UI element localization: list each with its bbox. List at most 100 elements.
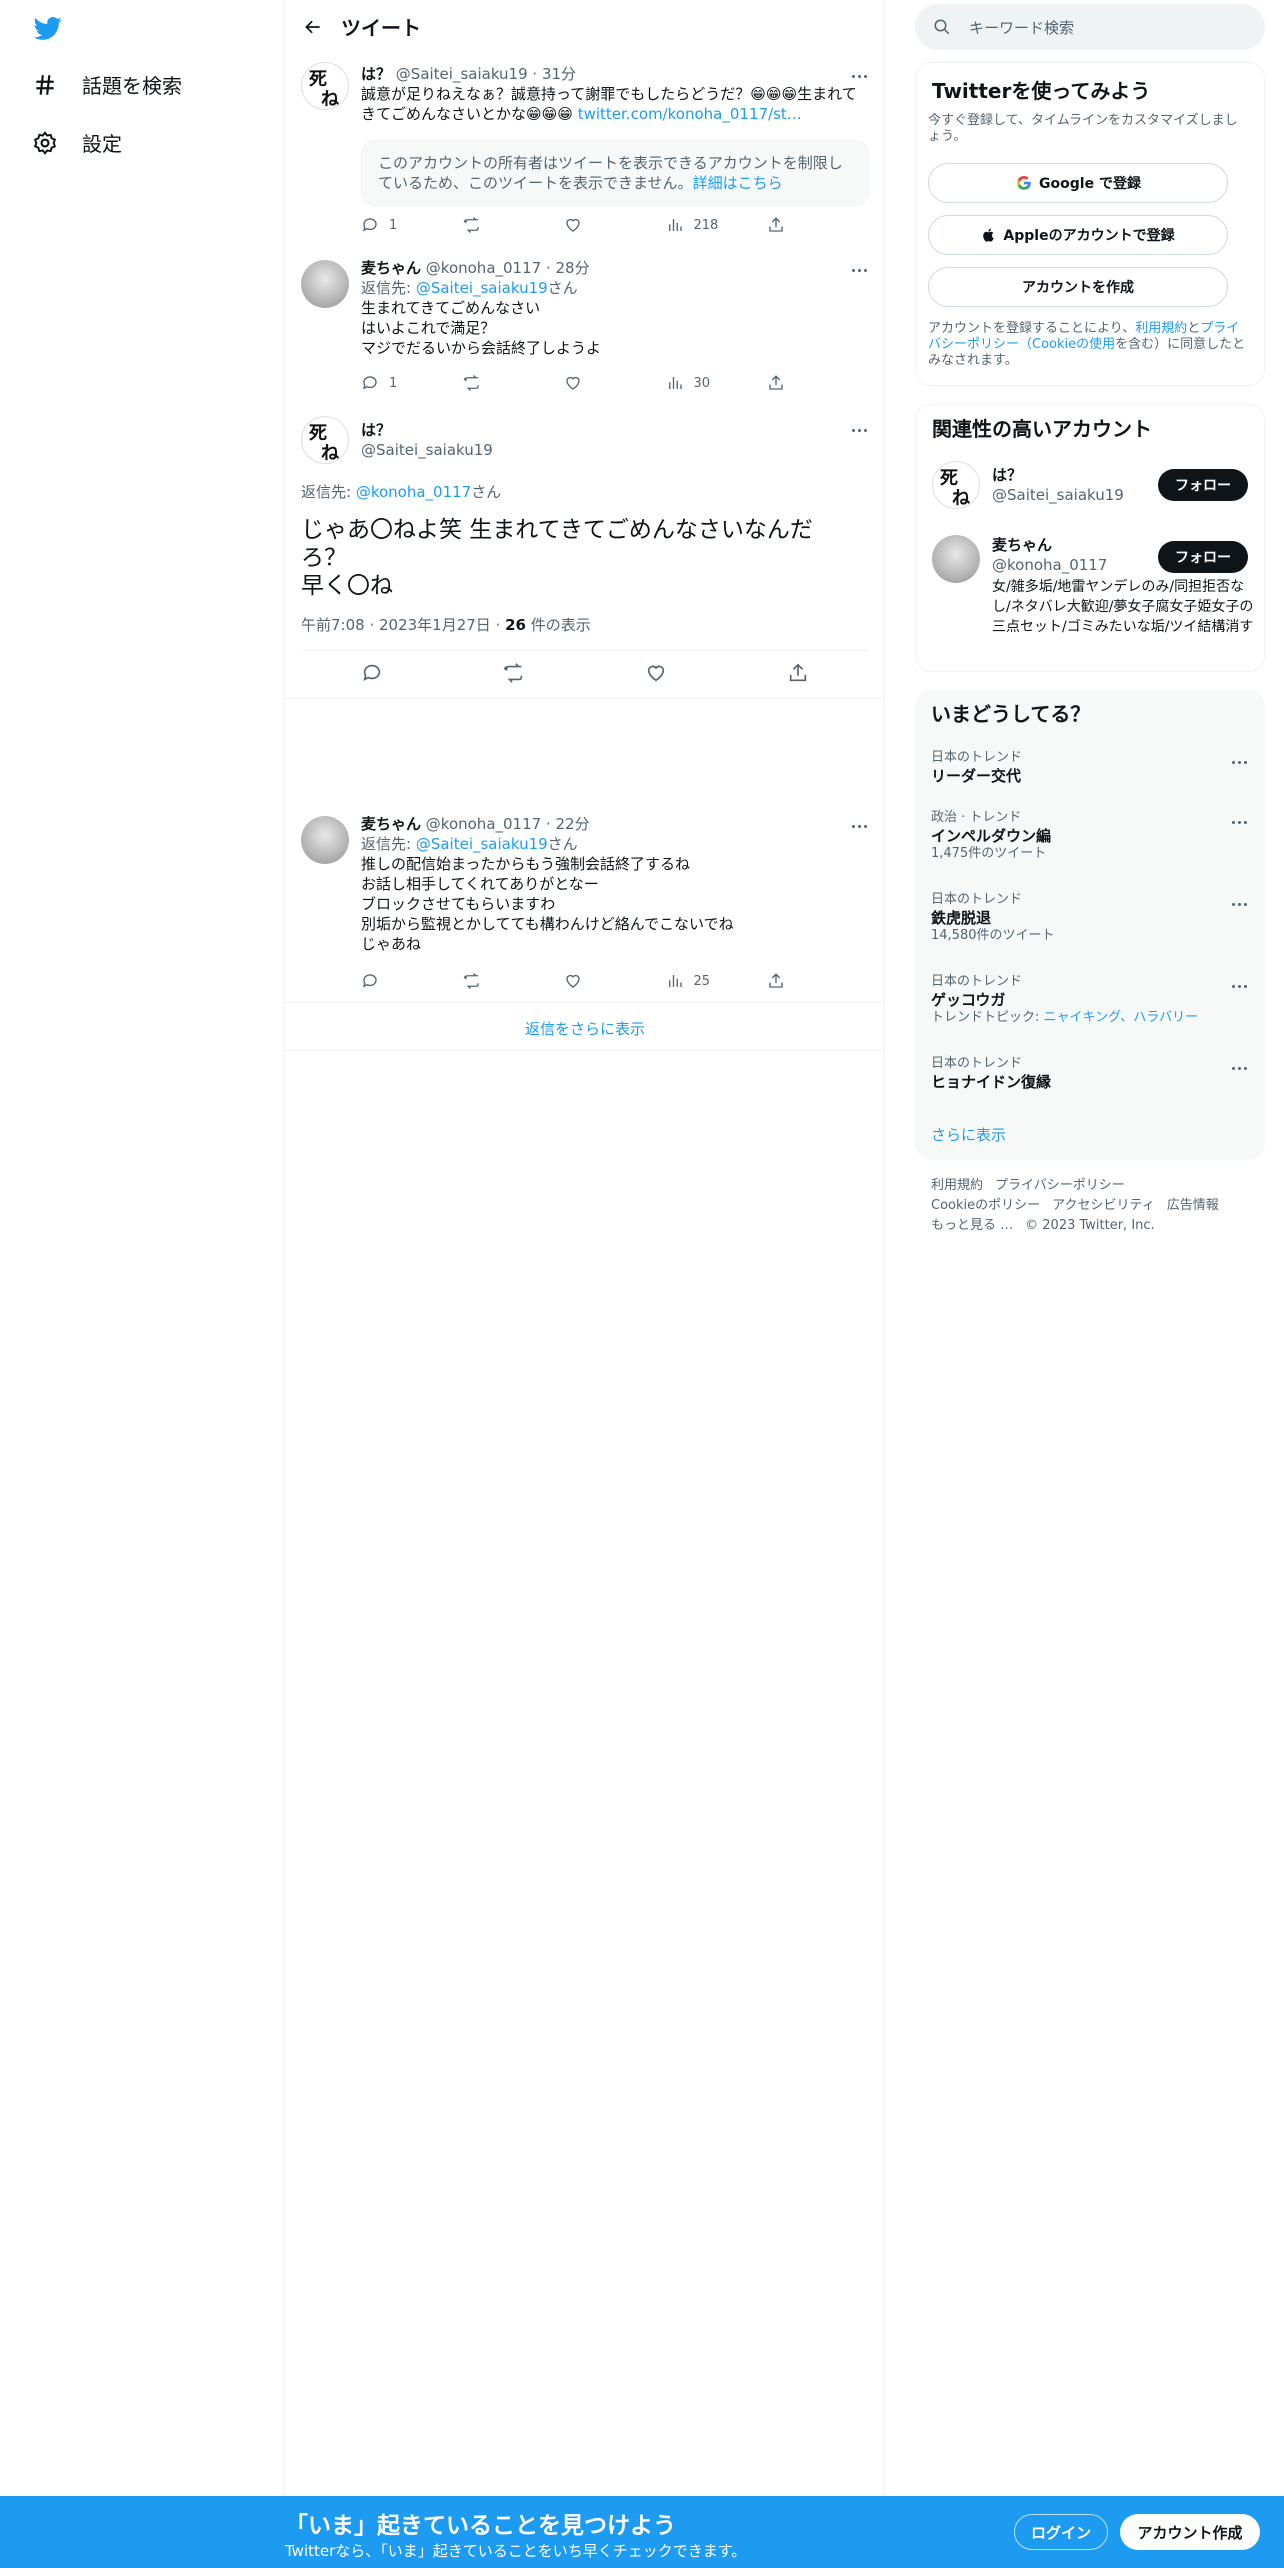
apple-signup-button[interactable]: Appleのアカウントで登録	[928, 215, 1228, 255]
more-options-icon[interactable]	[1229, 894, 1249, 914]
trend-topic-links[interactable]: ニャイキング、ハラバリー	[1044, 1010, 1199, 1025]
create-account-button[interactable]: アカウントを作成	[928, 267, 1228, 307]
trend-name: ヒョナイドン復縁	[931, 1073, 1052, 1091]
display-name[interactable]: 麦ちゃん	[361, 815, 421, 833]
signup-button[interactable]: アカウント作成	[1120, 2514, 1260, 2550]
reply-to: 返信先: @Saitei_saiaku19さん	[361, 278, 869, 298]
like-button[interactable]	[564, 216, 634, 234]
trend-item[interactable]: 日本のトレンド 鉄虎脱退 14,580件のツイート	[931, 892, 1249, 944]
back-button[interactable]	[285, 17, 341, 37]
timestamp[interactable]: · 22分	[546, 815, 590, 833]
avatar[interactable]	[301, 816, 349, 864]
login-button[interactable]: ログイン	[1014, 2514, 1108, 2550]
like-button[interactable]	[564, 374, 634, 392]
tweet-timestamp[interactable]: 午前7:08 · 2023年1月27日 ·	[301, 616, 505, 634]
handle[interactable]: @Saitei_saiaku19	[396, 65, 528, 83]
trend-item[interactable]: 日本のトレンド リーダー交代	[931, 750, 1249, 786]
tweet-item[interactable]: 麦ちゃん @konoha_0117 · 28分 返信先: @Saitei_sai…	[285, 254, 885, 408]
share-icon[interactable]	[787, 662, 809, 684]
reply-to: 返信先: @Saitei_saiaku19さん	[361, 834, 869, 854]
nav-settings[interactable]: 設定	[32, 128, 122, 157]
tweet-item[interactable]: 麦ちゃん @konoha_0117 · 22分 返信先: @Saitei_sai…	[285, 810, 885, 1002]
like-button[interactable]	[564, 972, 634, 990]
tweet-item[interactable]: 死ね は？ @Saitei_saiaku19 · 31分 誠意が足りねえなぁ？誠…	[285, 58, 885, 254]
trend-item[interactable]: 政治 · トレンド インペルダウン編 1,475件のツイート	[931, 810, 1249, 862]
related-accounts-card: 関連性の高いアカウント 死ね は？ @Saitei_saiaku19 フォロー …	[915, 404, 1265, 672]
trend-item[interactable]: 日本のトレンド ヒョナイドン復縁	[931, 1056, 1249, 1092]
hashtag-icon	[36, 74, 54, 95]
timestamp[interactable]: · 28分	[546, 259, 590, 277]
display-name[interactable]: は？	[361, 420, 493, 440]
footer-more-link[interactable]: もっと見る …	[931, 1218, 1013, 1233]
banner-subline: Twitterなら、「いま」起きていることをいち早くチェックできます。	[285, 2542, 747, 2560]
show-more-trends-link[interactable]: さらに表示	[931, 1124, 1006, 1145]
footer-link-ads[interactable]: 広告情報	[1167, 1198, 1219, 1213]
timestamp[interactable]: · 31分	[532, 65, 576, 83]
footer-link-cookie[interactable]: Cookieのポリシー	[931, 1198, 1040, 1213]
reply-to-handle[interactable]: @Saitei_saiaku19	[416, 835, 548, 853]
retweet-icon	[463, 973, 479, 989]
retweet-button[interactable]	[463, 374, 533, 392]
footer-link-terms[interactable]: 利用規約	[931, 1178, 983, 1193]
search-bar[interactable]: キーワード検索	[915, 4, 1265, 50]
more-options-icon[interactable]	[1229, 1058, 1249, 1078]
retweet-icon[interactable]	[503, 662, 525, 684]
retweet-button[interactable]	[463, 972, 533, 990]
retweet-button[interactable]	[463, 216, 533, 234]
reply-to-handle[interactable]: @konoha_0117	[356, 483, 471, 501]
footer-link-accessibility[interactable]: アクセシビリティ	[1052, 1198, 1155, 1213]
more-options-icon[interactable]	[1229, 976, 1249, 996]
more-options-icon[interactable]	[1229, 812, 1249, 832]
related-account[interactable]: は？ @Saitei_saiaku19	[992, 465, 1124, 505]
share-button[interactable]	[767, 972, 791, 990]
nav-explore[interactable]: 話題を検索	[32, 70, 182, 99]
tweet-link[interactable]: twitter.com/konoha_0117/st…	[578, 105, 802, 123]
display-name[interactable]: は？	[361, 65, 391, 83]
nav-settings-label: 設定	[82, 132, 122, 156]
avatar[interactable]: 死ね	[301, 416, 349, 464]
signup-title: Twitterを使ってみよう	[932, 79, 1151, 103]
views-label: 件の表示	[525, 616, 591, 634]
follow-button[interactable]: フォロー	[1158, 541, 1248, 573]
share-button[interactable]	[767, 374, 791, 392]
more-options-icon[interactable]	[1229, 752, 1249, 772]
reply-to-handle[interactable]: @Saitei_saiaku19	[416, 279, 548, 297]
learn-more-link[interactable]: 詳細はこちら	[693, 174, 783, 192]
trend-count: 14,580件のツイート	[931, 928, 1055, 943]
handle[interactable]: @konoha_0117	[426, 259, 541, 277]
views-button[interactable]: 25	[666, 972, 736, 990]
bar-chart-icon	[668, 975, 682, 987]
trends-card: いまどうしてる？ 日本のトレンド リーダー交代 政治 · トレンド インペルダウ…	[915, 690, 1265, 1160]
show-more-replies-link[interactable]: 返信をさらに表示	[285, 1018, 885, 1039]
avatar[interactable]: 死ね	[932, 461, 980, 509]
views-button[interactable]: 218	[666, 216, 736, 234]
follow-button[interactable]: フォロー	[1158, 469, 1248, 501]
avatar[interactable]	[932, 535, 980, 583]
tweet-text: じゃあ〇ねよ笑 生まれてきてごめんなさいなんだろ？ 早く〇ね	[301, 517, 813, 599]
heart-icon[interactable]	[645, 662, 667, 684]
divider	[285, 1002, 885, 1003]
left-sidebar: 話題を検索 設定	[0, 0, 285, 2568]
display-name[interactable]: 麦ちゃん	[361, 259, 421, 277]
trend-item[interactable]: 日本のトレンド ゲッコウガ トレンドトピック: ニャイキング、ハラバリー	[931, 974, 1249, 1026]
handle[interactable]: @Saitei_saiaku19	[361, 440, 493, 460]
reply-button[interactable]	[361, 972, 431, 990]
reply-icon[interactable]	[361, 662, 383, 684]
more-options-icon[interactable]	[849, 420, 869, 440]
banner-headline: 「いま」起きていることを見つけよう	[285, 2513, 676, 2539]
share-button[interactable]	[767, 216, 791, 234]
views-button[interactable]: 30	[666, 374, 736, 392]
terms-link[interactable]: 利用規約	[1135, 321, 1187, 336]
search-input[interactable]: キーワード検索	[969, 17, 1074, 38]
google-signup-button[interactable]: Google で登録	[928, 163, 1228, 203]
avatar[interactable]: 死ね	[301, 62, 349, 110]
handle[interactable]: @konoha_0117	[426, 815, 541, 833]
avatar[interactable]	[301, 260, 349, 308]
tweet-text: 推しの配信始まったからもう強制会話終了するね お話し相手してくれてありがとなー …	[361, 855, 734, 953]
footer-link-privacy[interactable]: プライバシーポリシー	[995, 1178, 1125, 1193]
google-signup-label: Google で登録	[1039, 176, 1141, 192]
restricted-tweet-notice: このアカウントの所有者はツイートを表示できるアカウントを制限しているため、このツ…	[361, 140, 869, 206]
reply-button[interactable]: 1	[361, 216, 431, 234]
reply-button[interactable]: 1	[361, 374, 431, 392]
twitter-logo-icon[interactable]	[32, 14, 64, 42]
